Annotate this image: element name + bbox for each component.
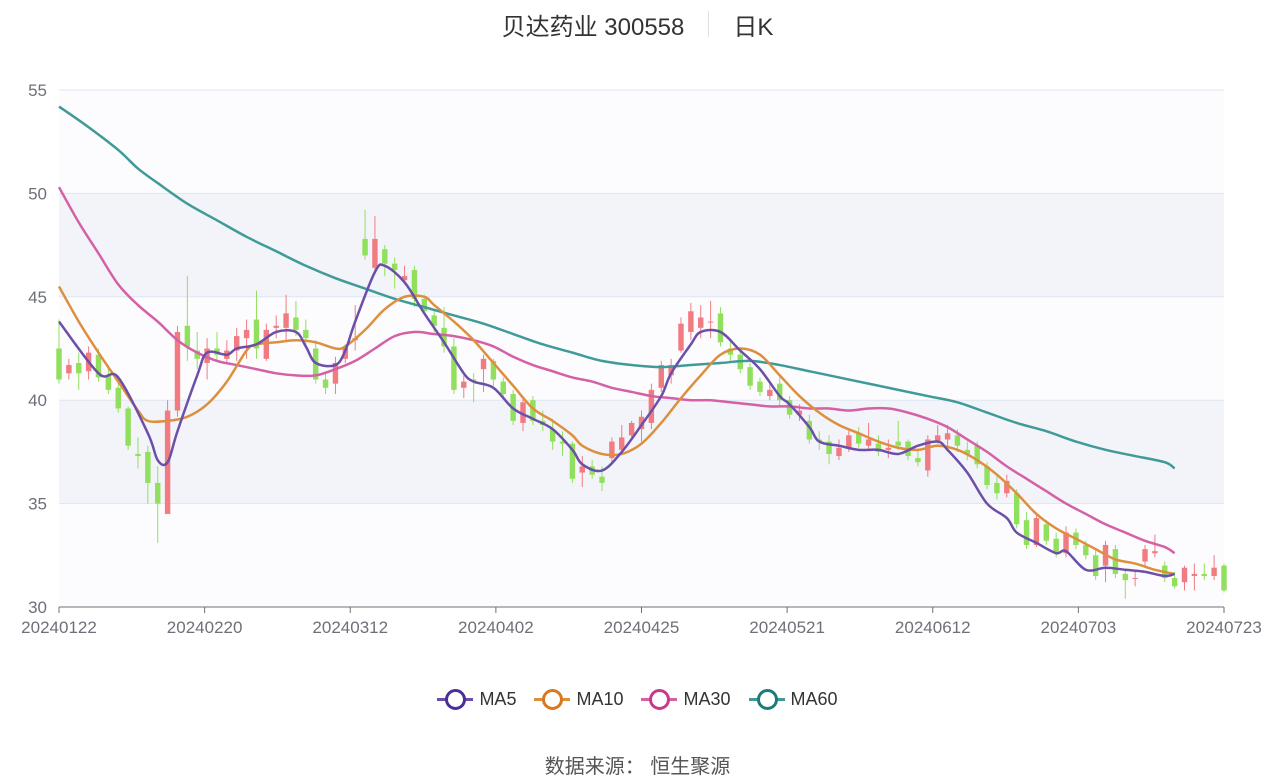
candle-body[interactable] <box>628 422 635 436</box>
x-tick-label: 20240723 <box>1186 618 1262 637</box>
candle-body[interactable] <box>757 381 763 392</box>
candle-body[interactable] <box>303 329 309 339</box>
legend-label-ma5: MA5 <box>479 688 517 709</box>
ma60-legend-icon <box>748 688 785 710</box>
candle-body[interactable] <box>155 482 161 504</box>
candle-body[interactable] <box>372 238 378 268</box>
x-tick-label: 20240122 <box>21 618 97 637</box>
grid-band <box>59 193 1224 297</box>
x-tick-label: 20240220 <box>167 618 243 637</box>
y-tick-label: 30 <box>28 598 47 617</box>
candle-body[interactable] <box>105 375 112 390</box>
candle-body[interactable] <box>1023 520 1030 545</box>
candle-body[interactable] <box>283 313 289 328</box>
y-tick-label: 35 <box>28 495 47 514</box>
candlestick-chart[interactable]: 30 35 40 45 50 55 20240122 20240220 20240312 2024… <box>0 0 1275 680</box>
grid-band <box>59 503 1224 607</box>
ma5-legend-icon <box>437 688 474 710</box>
candle-body[interactable] <box>125 408 131 446</box>
candle-body[interactable] <box>678 323 684 351</box>
candle-body[interactable] <box>480 358 487 370</box>
candle-body[interactable] <box>461 381 467 388</box>
grid-band <box>59 90 1224 194</box>
x-tick-label: 20240521 <box>749 618 825 637</box>
candle-body[interactable] <box>836 447 842 457</box>
candle-body[interactable] <box>56 348 62 380</box>
legend-label-ma60: MA60 <box>790 688 838 709</box>
legend-item-ma60[interactable]: MA60 <box>748 688 838 710</box>
candle-body[interactable] <box>698 317 704 328</box>
grid-band <box>59 296 1224 401</box>
candle-body[interactable] <box>954 435 961 446</box>
candle-body[interactable] <box>1171 578 1178 587</box>
x-tick-label: 20240425 <box>604 618 680 637</box>
candle-body[interactable] <box>1211 567 1217 576</box>
candle-body[interactable] <box>885 447 892 450</box>
candle-body[interactable] <box>135 453 141 457</box>
candle-body[interactable] <box>865 439 872 446</box>
legend-label-ma30: MA30 <box>683 688 731 709</box>
candle-body[interactable] <box>1201 573 1207 576</box>
candle-body[interactable] <box>1083 544 1089 556</box>
y-tick-label: 55 <box>28 81 47 100</box>
candle-body[interactable] <box>1152 551 1158 554</box>
candle-body[interactable] <box>1221 565 1227 591</box>
legend-item-ma30[interactable]: MA30 <box>641 688 731 710</box>
candle-body[interactable] <box>1142 549 1148 562</box>
candle-body[interactable] <box>944 433 951 440</box>
candle-body[interactable] <box>1053 538 1059 554</box>
candle-body[interactable] <box>1043 524 1050 541</box>
legend-item-ma5[interactable]: MA5 <box>437 688 516 710</box>
candle-body[interactable] <box>915 458 921 463</box>
candle-body[interactable] <box>382 249 388 264</box>
candle-body[interactable] <box>273 325 279 328</box>
legend-item-ma10[interactable]: MA10 <box>534 688 623 710</box>
candle-body[interactable] <box>1122 573 1128 581</box>
ma10-legend-icon <box>534 688 571 710</box>
y-tick-label: 50 <box>28 184 47 203</box>
candle-body[interactable] <box>293 317 299 330</box>
candle-body[interactable] <box>747 367 753 386</box>
candle-body[interactable] <box>145 451 151 483</box>
candle-body[interactable] <box>184 325 191 347</box>
x-tick-label: 20240703 <box>1041 618 1117 637</box>
x-tick-label: 20240312 <box>312 618 388 637</box>
candle-body[interactable] <box>500 381 506 394</box>
candle-body[interactable] <box>717 313 724 343</box>
candle-body[interactable] <box>115 387 121 409</box>
candle-body[interactable] <box>1013 493 1020 525</box>
candle-body[interactable] <box>174 331 181 411</box>
x-tick-label: 20240402 <box>458 618 534 637</box>
candle-body[interactable] <box>1181 567 1188 583</box>
candle-body[interactable] <box>1132 578 1138 580</box>
candle-body[interactable] <box>895 441 901 446</box>
y-tick-label: 40 <box>28 391 47 410</box>
legend-label-ma10: MA10 <box>576 688 624 709</box>
chart-legend: MA5 MA10 MA30 MA60 <box>0 688 1275 710</box>
candle-body[interactable] <box>846 435 852 448</box>
candle-body[interactable] <box>688 311 694 332</box>
candle-body[interactable] <box>76 362 82 374</box>
candle-body[interactable] <box>1112 549 1119 574</box>
ma30-legend-icon <box>641 688 678 710</box>
candle-body[interactable] <box>599 476 605 483</box>
candle-body[interactable] <box>1092 555 1099 576</box>
candle-body[interactable] <box>579 466 585 473</box>
candle-body[interactable] <box>994 482 1000 494</box>
candle-body[interactable] <box>362 238 368 256</box>
candle-body[interactable] <box>243 329 250 339</box>
y-tick-label: 45 <box>28 288 47 307</box>
candle-body[interactable] <box>322 379 329 388</box>
candle-body[interactable] <box>767 389 773 397</box>
candle-body[interactable] <box>66 365 72 374</box>
candle-body[interactable] <box>707 321 714 323</box>
x-tick-label: 20240612 <box>895 618 971 637</box>
candle-body[interactable] <box>1191 573 1198 576</box>
candle-body[interactable] <box>658 365 664 388</box>
